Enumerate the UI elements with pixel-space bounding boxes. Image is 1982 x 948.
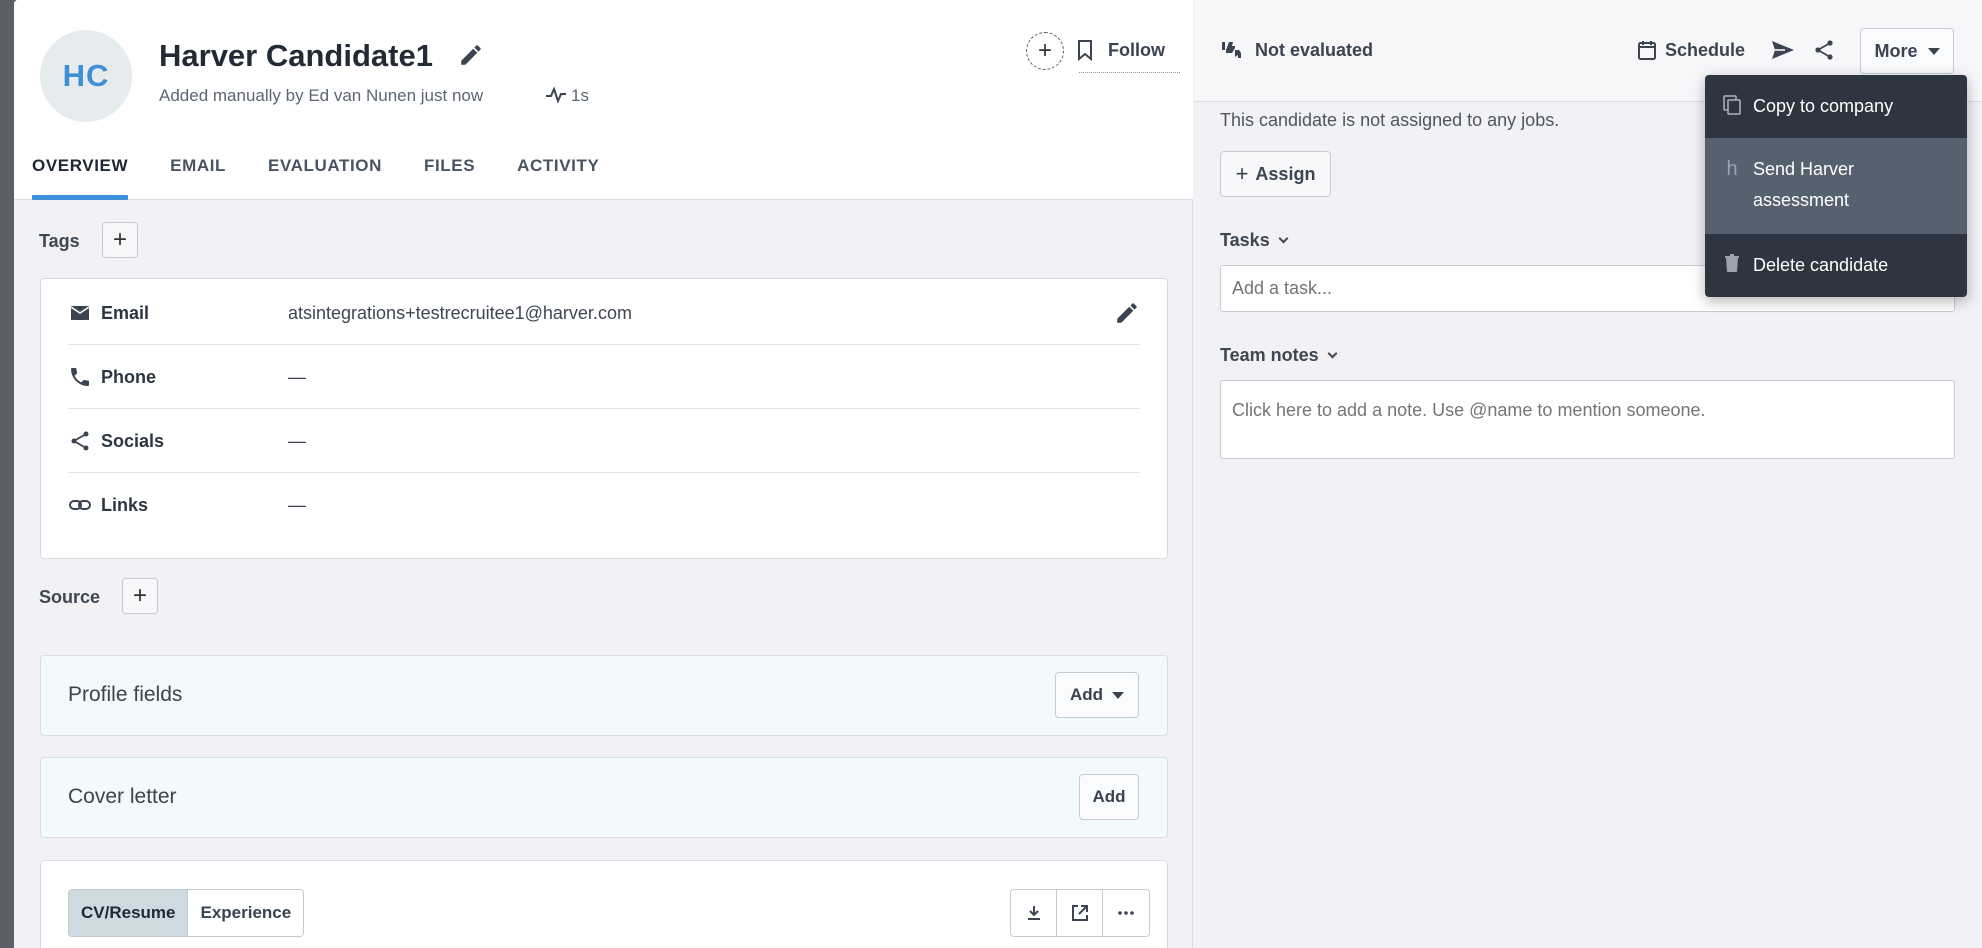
menu-label: assessment xyxy=(1753,190,1850,210)
menu-label: Copy to company xyxy=(1753,96,1894,116)
socials-value: — xyxy=(288,431,306,451)
link-icon xyxy=(69,500,91,510)
tags-label: Tags xyxy=(39,231,80,251)
menu-item-delete-candidate[interactable]: Delete candidate xyxy=(1705,234,1967,297)
profile-fields-title: Profile fields xyxy=(68,683,183,706)
add-source-button[interactable]: + xyxy=(122,578,158,614)
contact-label: Socials xyxy=(101,431,165,451)
cover-letter-panel: Cover letter Add xyxy=(40,757,1168,838)
assign-button[interactable]: + Assign xyxy=(1220,151,1331,197)
cv-segmented-control: CV/Resume Experience xyxy=(68,889,305,937)
links-value: — xyxy=(288,495,306,515)
pencil-icon[interactable] xyxy=(458,42,484,68)
contact-label: Phone xyxy=(101,367,157,387)
assign-label: Assign xyxy=(1255,163,1316,184)
chevron-down-icon xyxy=(1327,348,1338,359)
modal-backdrop[interactable] xyxy=(0,0,14,948)
candidate-name: Harver Candidate1 xyxy=(159,38,433,73)
tasks-label: Tasks xyxy=(1220,230,1270,250)
trash-icon xyxy=(1725,254,1739,272)
tasks-toggle[interactable]: Tasks xyxy=(1220,230,1289,251)
menu-item-copy-to-company[interactable]: Copy to company xyxy=(1705,75,1967,138)
share-icon xyxy=(71,431,89,451)
bookmark-icon xyxy=(1078,40,1092,61)
add-label: Add xyxy=(1069,685,1104,704)
contact-row-email: Email atsintegrations+testrecruitee1@har… xyxy=(68,281,1140,345)
follow-button[interactable]: Follow xyxy=(1108,40,1165,61)
add-tag-button[interactable]: + xyxy=(102,222,138,258)
schedule-button[interactable]: Schedule xyxy=(1665,40,1745,61)
experience-tab[interactable]: Experience xyxy=(188,890,304,936)
email-value[interactable]: atsintegrations+testrecruitee1@harver.co… xyxy=(288,303,632,324)
contact-row-socials: Socials — xyxy=(68,409,1140,473)
tab-evaluation[interactable]: EVALUATION xyxy=(268,156,382,200)
contact-row-links: Links — xyxy=(68,473,1140,537)
contact-label: Email xyxy=(101,303,150,323)
candidate-tabs: OVERVIEW EMAIL EVALUATION FILES ACTIVITY xyxy=(32,156,641,200)
more-dropdown-menu: Copy to company h Send Harver assessment… xyxy=(1705,75,1967,297)
tab-activity[interactable]: ACTIVITY xyxy=(517,156,599,200)
external-link-icon xyxy=(1071,905,1088,921)
profile-fields-add-button[interactable]: Add xyxy=(1055,672,1139,718)
contact-row-phone: Phone — xyxy=(68,345,1140,409)
contact-card: Email atsintegrations+testrecruitee1@har… xyxy=(40,278,1168,559)
add-follower-button[interactable]: + xyxy=(1026,32,1064,70)
candidate-header: HC Harver Candidate1 Added manually by E… xyxy=(14,0,1193,200)
more-label: More xyxy=(1874,40,1918,61)
tab-email[interactable]: EMAIL xyxy=(170,156,226,200)
team-notes-label: Team notes xyxy=(1220,345,1319,365)
menu-label: Send Harver xyxy=(1753,159,1855,179)
no-jobs-message: This candidate is not assigned to any jo… xyxy=(1220,110,1560,130)
thumbs-up-down-icon[interactable] xyxy=(1220,39,1244,61)
activity-pulse-icon xyxy=(546,86,566,104)
pencil-icon[interactable] xyxy=(1114,300,1140,326)
envelope-icon xyxy=(70,306,90,320)
send-icon[interactable] xyxy=(1770,38,1796,62)
copy-icon xyxy=(1723,95,1741,115)
cv-resume-tab[interactable]: CV/Resume xyxy=(69,890,189,936)
caret-down-icon xyxy=(1927,47,1940,55)
source-label: Source xyxy=(39,587,101,607)
caret-down-icon xyxy=(1112,691,1125,699)
follow-underline xyxy=(1079,72,1180,73)
team-notes-toggle[interactable]: Team notes xyxy=(1220,345,1338,366)
plus-icon: + xyxy=(1235,161,1249,186)
tab-files[interactable]: FILES xyxy=(424,156,475,200)
chevron-down-icon xyxy=(1278,233,1289,244)
open-external-button[interactable] xyxy=(1057,890,1103,936)
candidate-age: 1s xyxy=(571,86,589,105)
profile-fields-panel: Profile fields Add xyxy=(40,655,1168,736)
cover-letter-title: Cover letter xyxy=(68,785,177,808)
cv-card: CV/Resume Experience xyxy=(40,860,1168,948)
share-icon[interactable] xyxy=(1812,38,1836,62)
harver-h-icon: h xyxy=(1726,158,1738,180)
ellipsis-icon xyxy=(1118,911,1134,915)
phone-value: — xyxy=(288,367,306,387)
download-icon xyxy=(1027,906,1040,920)
candidate-overview-pane: HC Harver Candidate1 Added manually by E… xyxy=(14,0,1193,948)
tab-overview[interactable]: OVERVIEW xyxy=(32,156,129,200)
cv-toolbar xyxy=(1010,889,1150,937)
cover-letter-add-button[interactable]: Add xyxy=(1079,774,1139,820)
phone-icon xyxy=(71,368,89,386)
contact-label: Links xyxy=(101,495,149,515)
evaluation-status[interactable]: Not evaluated xyxy=(1255,40,1373,61)
team-note-input[interactable] xyxy=(1220,380,1955,459)
download-button[interactable] xyxy=(1011,890,1057,936)
avatar: HC xyxy=(40,30,132,122)
added-info: Added manually by Ed van Nunen just now xyxy=(159,86,484,105)
more-options-button[interactable] xyxy=(1103,890,1149,936)
candidate-modal: HC Harver Candidate1 Added manually by E… xyxy=(14,0,1982,948)
menu-item-send-harver-assessment[interactable]: h Send Harver assessment xyxy=(1705,138,1967,234)
more-dropdown-button[interactable]: More xyxy=(1860,28,1954,74)
menu-label: Delete candidate xyxy=(1753,255,1889,275)
calendar-icon xyxy=(1638,41,1656,60)
